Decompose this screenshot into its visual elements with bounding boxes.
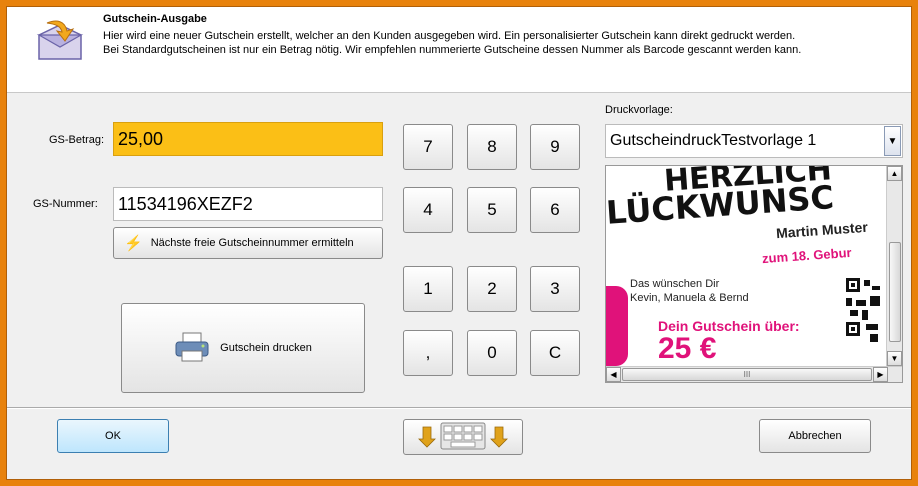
keypad-key[interactable]: 7 <box>403 124 453 170</box>
template-label: Druckvorlage: <box>605 104 673 116</box>
preview-wish-line-2: Kevin, Manuela & Bernd <box>630 292 749 304</box>
preview-name: Martin Muster <box>775 218 869 242</box>
lightning-icon: ⚡ <box>124 235 143 252</box>
ok-button[interactable]: OK <box>57 419 169 453</box>
betrag-input[interactable]: 25,00 <box>113 122 383 156</box>
preview-qr-code <box>846 278 882 348</box>
keypad-key[interactable]: 0 <box>467 330 517 376</box>
dialog-title: Gutschein-Ausgabe <box>103 13 207 25</box>
next-number-button[interactable]: ⚡ Nächste freie Gutscheinnummer ermittel… <box>113 227 383 259</box>
printer-icon <box>174 331 210 366</box>
template-selected-value: GutscheindruckTestvorlage 1 <box>610 132 817 149</box>
keypad-key[interactable]: C <box>530 330 580 376</box>
keyboard-toggle-button[interactable] <box>403 419 523 455</box>
keypad-key[interactable]: 3 <box>530 266 580 312</box>
dialog-window: Gutschein-Ausgabe Hier wird eine neuer G… <box>6 6 912 480</box>
keypad-key[interactable]: 4 <box>403 187 453 233</box>
preview-pink-figure <box>606 286 628 366</box>
description-line-1: Hier wird eine neuer Gutschein erstellt,… <box>103 30 796 42</box>
cancel-button[interactable]: Abbrechen <box>759 419 871 453</box>
print-voucher-button[interactable]: Gutschein drucken <box>121 303 365 393</box>
betrag-label: GS-Betrag: <box>49 134 105 146</box>
template-select[interactable]: GutscheindruckTestvorlage 1 ▼ <box>605 124 903 158</box>
next-number-label: Nächste freie Gutscheinnummer ermitteln <box>150 237 354 249</box>
dialog-header: Gutschein-Ausgabe Hier wird eine neuer G… <box>7 7 911 93</box>
nummer-label: GS-Nummer: <box>33 198 98 210</box>
dialog-description: Hier wird eine neuer Gutschein erstellt,… <box>103 29 903 57</box>
keyboard-icon <box>413 421 513 454</box>
keypad-key[interactable]: 6 <box>530 187 580 233</box>
horizontal-scroll-thumb[interactable]: III <box>622 368 872 381</box>
description-line-2: Bei Standardgutscheinen ist nur ein Betr… <box>103 44 802 56</box>
preview-occasion: zum 18. Gebur <box>761 244 852 267</box>
scroll-left-icon[interactable]: ◀ <box>606 367 621 382</box>
keypad-key[interactable]: , <box>403 330 453 376</box>
voucher-envelope-icon <box>35 17 85 63</box>
keypad-key[interactable]: 1 <box>403 266 453 312</box>
preview-amount: 25 € <box>658 332 717 365</box>
scroll-right-icon[interactable]: ▶ <box>873 367 888 382</box>
preview-vertical-scrollbar[interactable]: ▲ ▼ <box>886 166 902 366</box>
chevron-down-icon[interactable]: ▼ <box>884 126 901 156</box>
keypad-key[interactable]: 5 <box>467 187 517 233</box>
template-preview: HERZLICH LÜCKWUNSC Martin Muster zum 18.… <box>605 165 903 383</box>
nummer-input[interactable]: 11534196XEZF2 <box>113 187 383 221</box>
footer-divider <box>7 407 911 409</box>
scroll-up-icon[interactable]: ▲ <box>887 166 902 181</box>
preview-horizontal-scrollbar[interactable]: ◀ III ▶ <box>606 366 902 382</box>
vertical-scroll-thumb[interactable] <box>889 242 901 342</box>
keypad-key[interactable]: 8 <box>467 124 517 170</box>
keypad-key[interactable]: 9 <box>530 124 580 170</box>
print-voucher-label: Gutschein drucken <box>220 342 312 354</box>
preview-wish-line-1: Das wünschen Dir <box>630 278 720 290</box>
scroll-down-icon[interactable]: ▼ <box>887 351 902 366</box>
keypad-key[interactable]: 2 <box>467 266 517 312</box>
